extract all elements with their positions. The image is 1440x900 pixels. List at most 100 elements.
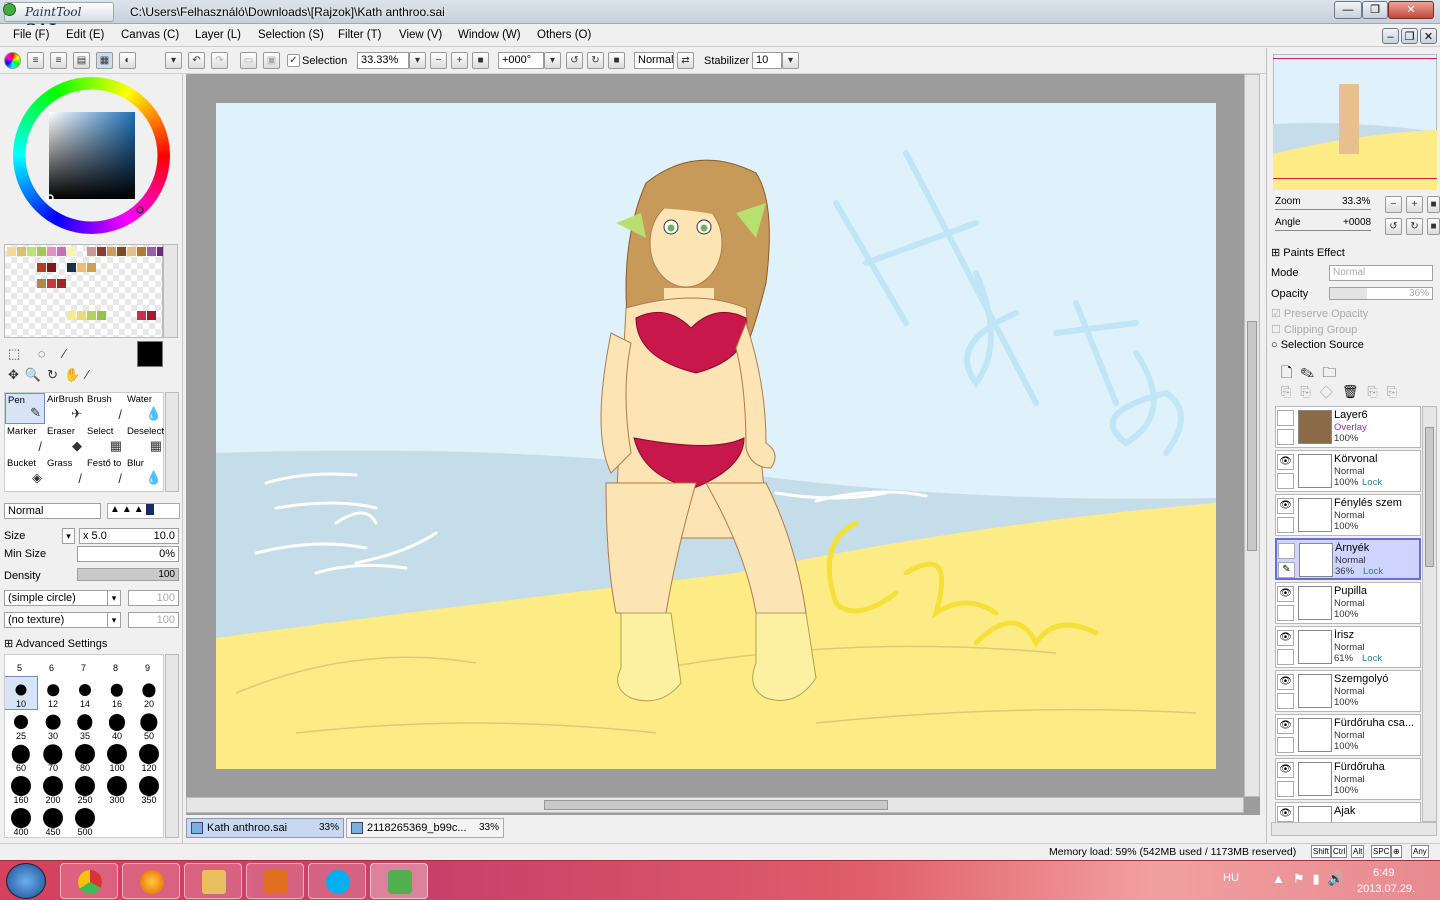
- color-swatch[interactable]: [147, 311, 156, 320]
- color-swatch[interactable]: [57, 295, 66, 304]
- menu-file[interactable]: File (F): [13, 29, 49, 41]
- color-swatch[interactable]: [57, 247, 66, 256]
- menu-others[interactable]: Others (O): [537, 29, 591, 41]
- color-swatch[interactable]: [7, 263, 16, 272]
- color-swatch[interactable]: [147, 247, 156, 256]
- scratchpad-icon[interactable]: ◐: [119, 52, 136, 69]
- brush-size-40[interactable]: 40: [101, 709, 133, 741]
- menu-window[interactable]: Window (W): [458, 29, 521, 41]
- brush-size-20[interactable]: 20: [133, 677, 163, 709]
- layer-scroll-thumb[interactable]: [1425, 427, 1434, 567]
- color-swatch[interactable]: [117, 295, 126, 304]
- color-swatch[interactable]: [107, 263, 116, 272]
- doc-restore-button[interactable]: ❐: [1401, 28, 1418, 44]
- color-swatch[interactable]: [17, 279, 26, 288]
- brush-size-30[interactable]: 30: [37, 709, 69, 741]
- rotate-ccw-icon[interactable]: ↺: [566, 52, 583, 69]
- color-swatch[interactable]: [87, 295, 96, 304]
- layer-select-checkbox[interactable]: [1277, 517, 1294, 533]
- language-indicator[interactable]: HU: [1223, 872, 1239, 884]
- color-swatch[interactable]: [137, 311, 146, 320]
- color-swatch[interactable]: [107, 295, 116, 304]
- color-swatch[interactable]: [127, 295, 136, 304]
- tool-scrollbar[interactable]: [165, 392, 179, 492]
- color-swatch[interactable]: [27, 279, 36, 288]
- color-swatch[interactable]: [137, 295, 146, 304]
- swatches-grid-icon[interactable]: ▦: [96, 52, 113, 69]
- layer-visibility-toggle[interactable]: 👁: [1277, 586, 1294, 602]
- canvas-horizontal-scrollbar[interactable]: [186, 797, 1244, 813]
- color-swatch[interactable]: [37, 279, 46, 288]
- texture-select[interactable]: (no texture): [4, 612, 109, 628]
- menu-layer[interactable]: Layer (L): [195, 29, 241, 41]
- color-swatch[interactable]: [67, 263, 76, 272]
- rotate-reset-icon[interactable]: ■: [608, 52, 625, 69]
- stabilizer-dropdown-icon[interactable]: ▾: [782, 52, 799, 69]
- color-swatch[interactable]: [7, 247, 16, 256]
- brush-size-250[interactable]: 250: [69, 773, 101, 805]
- swatch-list-icon[interactable]: ▤: [73, 52, 90, 69]
- tool-brush[interactable]: Brush /: [85, 393, 125, 424]
- size-field[interactable]: x 5.0 10.0: [79, 528, 179, 544]
- taskbar-skype[interactable]: [308, 863, 366, 899]
- menu-selection[interactable]: Selection (S): [258, 29, 324, 41]
- color-swatch[interactable]: [97, 247, 106, 256]
- layer-select-checkbox[interactable]: [1277, 649, 1294, 665]
- tool-deselect[interactable]: Deselect ▦: [125, 425, 165, 456]
- rotate-cw-icon[interactable]: ↻: [587, 52, 604, 69]
- color-swatch[interactable]: [47, 311, 56, 320]
- color-swatch[interactable]: [87, 279, 96, 288]
- texture-dropdown-icon[interactable]: ▾: [107, 612, 121, 628]
- color-swatch[interactable]: [27, 295, 36, 304]
- color-swatch[interactable]: [57, 263, 66, 272]
- color-swatch[interactable]: [57, 311, 66, 320]
- brush-size-120[interactable]: 120: [133, 741, 163, 773]
- color-swatch[interactable]: [117, 279, 126, 288]
- deselect-icon[interactable]: ▭: [240, 52, 257, 69]
- color-swatch[interactable]: [77, 295, 86, 304]
- tool-grass[interactable]: Grass /: [45, 457, 85, 488]
- nav-zoom-slider[interactable]: [1275, 209, 1371, 210]
- undo-icon[interactable]: ↶: [188, 52, 205, 69]
- brush-size-label[interactable]: 6: [49, 663, 54, 673]
- zoom-reset-icon[interactable]: ■: [472, 52, 489, 69]
- navigation-tools[interactable]: ✥🔍↻✋⁄: [8, 367, 94, 383]
- brush-size-350[interactable]: 350: [133, 773, 163, 805]
- brush-size-35[interactable]: 35: [69, 709, 101, 741]
- brush-shape-dropdown-icon[interactable]: ▾: [107, 590, 121, 606]
- invert-selection-icon[interactable]: ▣: [263, 52, 280, 69]
- stabilizer-field[interactable]: 10: [752, 52, 782, 69]
- color-swatch[interactable]: [37, 295, 46, 304]
- color-swatch[interactable]: [17, 295, 26, 304]
- layer-item[interactable]: 👁 Fürdőruha csa... Normal 100%: [1275, 714, 1421, 756]
- color-swatch[interactable]: [87, 263, 96, 272]
- close-button[interactable]: ✕: [1388, 1, 1434, 19]
- color-swatch[interactable]: [107, 279, 116, 288]
- selection-tools[interactable]: ⬚ ◌ ⁄: [8, 346, 72, 362]
- doc-close-button[interactable]: ✕: [1420, 28, 1437, 44]
- brush-size-label[interactable]: 9: [145, 663, 150, 673]
- color-swatch[interactable]: [127, 279, 136, 288]
- brush-size-label[interactable]: 7: [81, 663, 86, 673]
- color-swatch[interactable]: [127, 311, 136, 320]
- brush-size-10[interactable]: 10: [5, 676, 38, 710]
- layer-select-checkbox[interactable]: [1277, 693, 1294, 709]
- document-tab[interactable]: 2118265369_b99c... 33%: [346, 818, 504, 838]
- color-swatch[interactable]: [27, 247, 36, 256]
- tool-water[interactable]: Water 💧: [125, 393, 165, 424]
- layer-visibility-toggle[interactable]: 👁: [1277, 454, 1294, 470]
- color-swatch[interactable]: [47, 263, 56, 272]
- layer-visibility-toggle[interactable]: [1278, 543, 1295, 559]
- color-swatch[interactable]: [17, 311, 26, 320]
- tray-icons[interactable]: ▲⚑▮🔊: [1272, 871, 1352, 887]
- start-button[interactable]: [6, 863, 46, 899]
- color-swatch[interactable]: [107, 247, 116, 256]
- layer-visibility-toggle[interactable]: 👁: [1277, 718, 1294, 734]
- taskbar-paint-tool-sai[interactable]: [370, 863, 428, 899]
- color-swatch[interactable]: [77, 263, 86, 272]
- blend-mode-field[interactable]: Normal: [634, 52, 674, 69]
- layer-select-checkbox[interactable]: [1277, 429, 1294, 445]
- primary-color[interactable]: [137, 341, 163, 367]
- color-swatch[interactable]: [67, 295, 76, 304]
- layer-item[interactable]: 👁 Körvonal Normal 100% Lock: [1275, 450, 1421, 492]
